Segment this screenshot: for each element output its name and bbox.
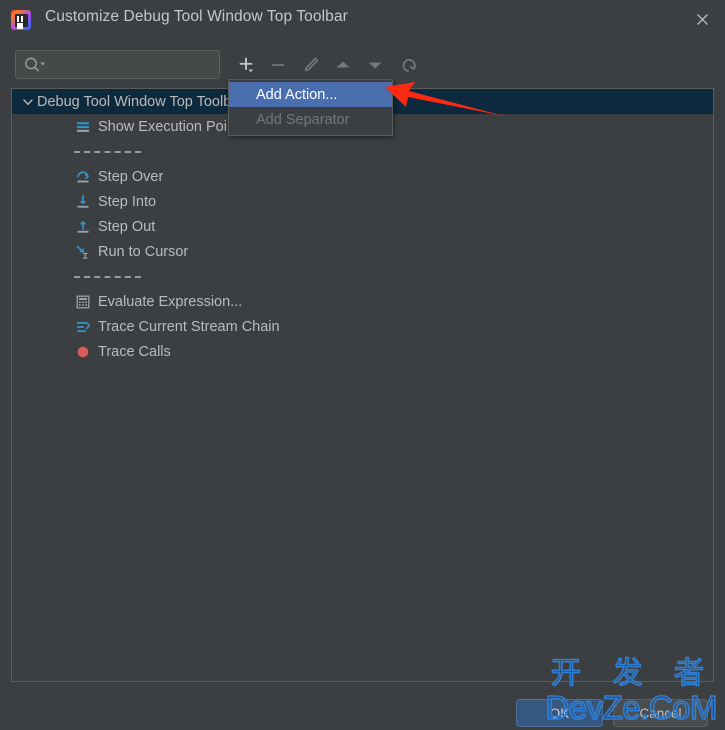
plus-icon [239,57,253,72]
add-button[interactable] [231,50,261,79]
tree-item-label: Step Into [98,193,157,210]
tree-item-label: Step Over [98,168,164,185]
menu-item-label: Add Action... [256,86,338,103]
add-popup-menu[interactable]: Add Action... Add Separator [228,79,393,136]
separator-dash-icon [74,150,141,153]
trace-stream-chain-icon [74,318,91,335]
cancel-button-label: Cancel [639,705,682,721]
arrow-down-icon [368,62,382,68]
show-execution-point-icon [74,118,91,135]
minus-icon [271,63,285,66]
step-into-icon [74,193,91,210]
step-out-icon [74,218,91,235]
ok-button-label: OK [549,705,570,721]
cancel-button[interactable]: Cancel [613,699,708,727]
tree-item-trace-current-stream-chain[interactable]: Trace Current Stream Chain [12,314,713,339]
intellij-idea-icon [11,10,31,30]
close-icon [696,14,708,25]
search-input[interactable] [50,51,219,80]
chevron-down-icon[interactable] [19,96,37,108]
tree-item-label: Run to Cursor [98,243,189,260]
run-to-cursor-icon [74,243,91,260]
tree-item-label: Trace Current Stream Chain [98,318,280,335]
tree-item-step-over[interactable]: Step Over [12,164,713,189]
tree-item-step-into[interactable]: Step Into [12,189,713,214]
tree-item-evaluate-expression[interactable]: Evaluate Expression... [12,289,713,314]
tree-root-label: Debug Tool Window Top Toolbar [37,93,245,110]
move-down-button [360,50,390,79]
step-over-icon [74,168,91,185]
trace-calls-icon [74,343,91,360]
tree-item-label: Show Execution Point [98,118,240,135]
menu-item-add-separator: Add Separator [229,107,392,132]
tree-item-separator[interactable] [12,139,713,164]
toolbar-tree-panel[interactable]: Debug Tool Window Top Toolbar Show Execu… [11,88,714,682]
evaluate-expression-icon [74,293,91,310]
menu-item-label: Add Separator [256,111,350,128]
tree-item-run-to-cursor[interactable]: Run to Cursor [12,239,713,264]
title-bar: Customize Debug Tool Window Top Toolbar [0,0,725,39]
move-up-button [328,50,358,79]
menu-item-add-action[interactable]: Add Action... [229,82,392,107]
tree-item-trace-calls[interactable]: Trace Calls [12,339,713,364]
remove-button [263,50,293,79]
edit-button [296,50,326,79]
separator-dash-icon [74,275,141,278]
pencil-icon [304,57,319,71]
reset-button [393,50,423,79]
search-icon [23,56,47,73]
tree-item-separator[interactable] [12,264,713,289]
tree-item-label: Evaluate Expression... [98,293,243,310]
tree-item-label: Step Out [98,218,156,235]
restore-icon [402,58,417,72]
window-title: Customize Debug Tool Window Top Toolbar [45,8,348,25]
search-field[interactable] [15,50,220,80]
tree-item-label: Trace Calls [98,343,171,360]
ok-button[interactable]: OK [516,699,603,727]
tree-item-step-out[interactable]: Step Out [12,214,713,239]
arrow-up-icon [336,61,350,67]
close-button[interactable] [679,0,725,39]
